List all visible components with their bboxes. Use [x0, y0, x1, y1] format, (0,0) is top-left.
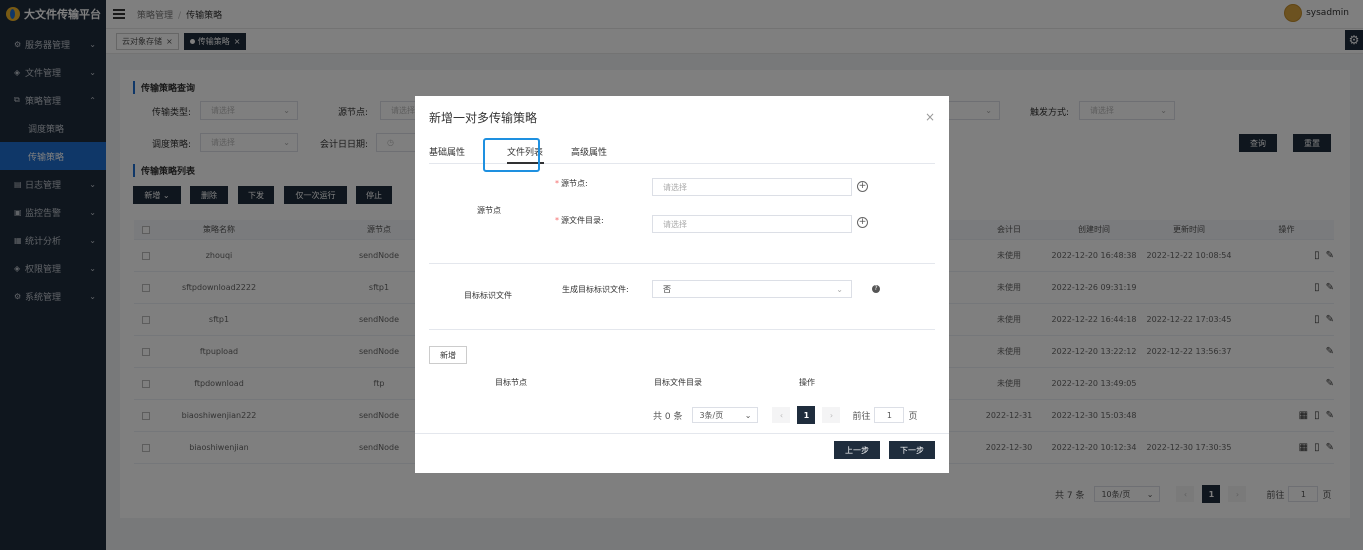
page-unit: 页 [908, 411, 918, 422]
goto-label: 前往 [852, 411, 871, 422]
gen-target-label: 生成目标标识文件: [562, 285, 629, 294]
divider [429, 263, 935, 264]
prev-step-button[interactable]: 上一步 [834, 441, 880, 459]
prev-page-button[interactable]: ‹ [772, 407, 791, 423]
target-group-label: 目标标识文件 [464, 291, 512, 300]
modal-title: 新增一对多传输策略 [429, 111, 538, 125]
chevron-down-icon: ⌄ [744, 410, 752, 420]
page-number[interactable]: 1 [797, 406, 816, 424]
src-node-label: * 源节点: [555, 179, 588, 188]
target-node-header: 目标节点 [495, 378, 527, 387]
divider [429, 329, 935, 330]
modal-add-button[interactable]: 新增 [429, 346, 467, 364]
add-circle-icon[interactable]: + [857, 181, 868, 192]
tab-basic[interactable]: 基础属性 [429, 145, 465, 158]
close-icon[interactable]: × [925, 110, 935, 124]
target-dir-header: 目标文件目录 [654, 378, 702, 387]
goto-input[interactable]: 1 [874, 407, 905, 423]
chevron-down-icon: ⌄ [836, 284, 843, 294]
src-dir-input[interactable]: 请选择 [652, 215, 852, 233]
add-circle-icon[interactable]: + [857, 217, 868, 228]
modal-pager: 共 0 条 3条/页 ⌄ ‹ 1 › 前往 1 页 [653, 406, 917, 424]
ops-header: 操作 [799, 378, 815, 387]
src-group-label: 源节点 [477, 206, 501, 215]
src-dir-label: * 源文件目录: [555, 216, 604, 225]
next-page-button[interactable]: › [822, 407, 841, 423]
help-icon[interactable]: ? [872, 285, 880, 293]
gen-target-select[interactable]: 否 ⌄ [652, 280, 852, 298]
page-size-select[interactable]: 3条/页 ⌄ [692, 407, 759, 423]
pager-total: 共 0 条 [653, 411, 683, 422]
next-step-button[interactable]: 下一步 [889, 441, 935, 459]
tab-advanced[interactable]: 高级属性 [571, 145, 607, 158]
src-node-input[interactable]: 请选择 [652, 178, 852, 196]
focus-highlight [483, 138, 540, 172]
modal-footer-divider [415, 433, 949, 434]
